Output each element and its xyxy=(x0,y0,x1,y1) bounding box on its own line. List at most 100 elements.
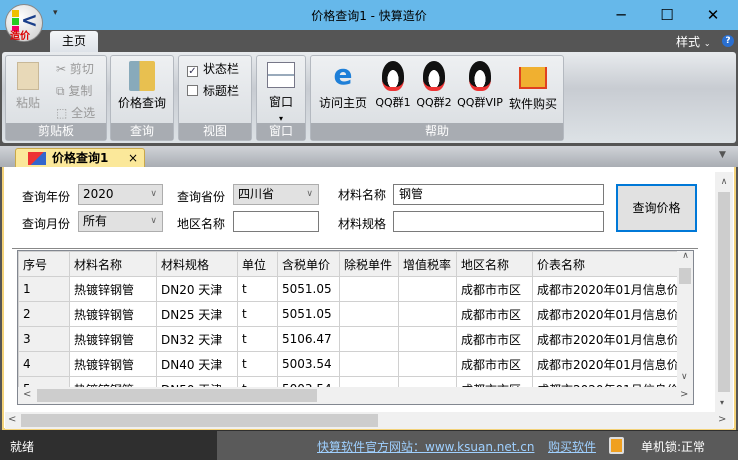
table-cell xyxy=(398,326,457,352)
help-icon[interactable]: ? xyxy=(722,35,734,47)
table-cell: DN40 天津 xyxy=(156,351,238,377)
column-header[interactable]: 含税单价 xyxy=(277,251,340,277)
column-header[interactable]: 地区名称 xyxy=(456,251,533,277)
qq-vip-button[interactable]: QQ群VIP xyxy=(456,61,504,110)
area-label: 地区名称 xyxy=(177,217,226,231)
table-cell xyxy=(339,276,399,302)
scroll-down-icon: ∨ xyxy=(681,372,688,382)
checkbox-icon xyxy=(187,85,198,96)
website-link[interactable]: 快算软件官方网站：www.ksuan.net.cn xyxy=(317,438,534,455)
ribbon-tab-bar xyxy=(0,30,738,52)
query-price-button[interactable]: 查询价格 xyxy=(616,184,697,232)
select-all-button[interactable]: ⬚ 全选 xyxy=(56,104,95,121)
lock-icon xyxy=(609,437,624,454)
table-row[interactable]: 4 热镀锌钢管 DN40 天津 t 5003.54 成都市市区 成都市2020年01月信息价… xyxy=(18,351,692,377)
group-help: e 访问主页 QQ群1 QQ群2 QQ群VIP 软件购买 帮助 xyxy=(310,55,564,141)
window-button[interactable]: 窗口 ▾ xyxy=(257,62,305,124)
qq-penguin-icon xyxy=(382,61,404,91)
table-cell: t xyxy=(237,326,278,352)
table-cell: 成都市2020年01月信息价表 xyxy=(532,326,692,352)
table-cell: 3 xyxy=(18,326,70,352)
qq-penguin-icon xyxy=(423,61,445,91)
statusbar-checkbox[interactable]: ✓ 状态栏 xyxy=(187,60,239,77)
tab-home[interactable]: 主页 xyxy=(50,31,98,53)
panel-vertical-scrollbar[interactable]: ∧ ▾ xyxy=(715,172,733,412)
column-header[interactable]: 序号 xyxy=(18,251,70,277)
material-label: 材料名称 xyxy=(338,188,387,202)
column-header[interactable]: 单位 xyxy=(237,251,278,277)
table-cell: 2 xyxy=(18,301,70,327)
table-cell: 5003.54 xyxy=(277,351,340,377)
qq-group1-button[interactable]: QQ群1 xyxy=(373,61,413,110)
book-search-icon xyxy=(129,61,155,91)
month-select[interactable]: 所有 ∨ xyxy=(78,211,163,232)
column-header[interactable]: 材料名称 xyxy=(69,251,157,277)
copy-button[interactable]: ⧉ 复制 xyxy=(56,82,92,99)
table-cell: t xyxy=(237,276,278,302)
minimize-button[interactable]: ─ xyxy=(606,4,636,26)
visit-homepage-button[interactable]: e 访问主页 xyxy=(313,61,373,111)
column-header[interactable]: 除税单件 xyxy=(339,251,399,277)
chevron-down-icon: ∨ xyxy=(150,216,157,226)
lock-status: 单机锁:正常 xyxy=(641,440,706,454)
cut-button[interactable]: ✂ 剪切 xyxy=(56,60,94,77)
material-input[interactable]: 钢管 xyxy=(393,184,604,205)
style-menu[interactable]: 样式 ⌄ xyxy=(676,33,711,50)
group-label: 窗口 xyxy=(257,123,305,140)
paste-button[interactable]: 粘贴 xyxy=(10,62,46,111)
group-view: ✓ 状态栏 标题栏 视图 xyxy=(178,55,252,141)
month-label: 查询月份 xyxy=(22,217,71,231)
titlebar-checkbox[interactable]: 标题栏 xyxy=(187,82,239,99)
results-table: 序号 材料名称 材料规格 单位 含税单价 除税单件 增值税率 地区名称 价表名称 1 热镀锌钢管 D… xyxy=(18,251,692,402)
buy-software-button[interactable]: 软件购买 xyxy=(505,61,561,112)
table-cell xyxy=(398,276,457,302)
table-cell: 成都市2020年01月信息价表 xyxy=(532,301,692,327)
grid-horizontal-scrollbar[interactable]: < > xyxy=(18,387,693,404)
table-row[interactable]: 1 热镀锌钢管 DN20 天津 t 5051.05 成都市市区 成都市2020年01月信息价… xyxy=(18,276,692,302)
group-label: 剪贴板 xyxy=(6,123,106,140)
buy-software-link[interactable]: 购买软件 xyxy=(548,438,596,455)
table-cell: t xyxy=(237,301,278,327)
close-tab-button[interactable]: × xyxy=(128,149,138,168)
table-cell: 成都市2020年01月信息价表 xyxy=(532,276,692,302)
table-cell xyxy=(339,301,399,327)
table-cell xyxy=(339,351,399,377)
scroll-up-icon: ∧ xyxy=(720,177,728,187)
group-label: 查询 xyxy=(111,123,173,140)
qq-group2-button[interactable]: QQ群2 xyxy=(414,61,454,110)
column-header[interactable]: 增值税率 xyxy=(398,251,457,277)
area-input[interactable] xyxy=(233,211,319,232)
chevron-down-icon: ∨ xyxy=(150,189,157,199)
scroll-left-icon: < xyxy=(23,389,32,400)
group-query: 价格查询 查询 xyxy=(110,55,174,141)
column-header[interactable]: 价表名称 xyxy=(532,251,692,277)
table-cell: DN20 天津 xyxy=(156,276,238,302)
table-cell: 热镀锌钢管 xyxy=(69,351,157,377)
tab-list-dropdown[interactable]: ▼ xyxy=(719,150,726,160)
scroll-thumb xyxy=(718,192,730,392)
table-cell: 成都市市区 xyxy=(456,276,533,302)
table-cell: 5051.05 xyxy=(277,301,340,327)
group-label: 视图 xyxy=(179,123,251,140)
doc-tab-price-query[interactable]: 价格查询1 × xyxy=(15,148,145,168)
app-logo[interactable]: < 造价 xyxy=(5,4,43,42)
scroll-thumb xyxy=(21,414,378,427)
maximize-button[interactable]: ☐ xyxy=(652,4,682,26)
shopping-cart-icon xyxy=(519,67,547,89)
table-cell: DN25 天津 xyxy=(156,301,238,327)
panel-horizontal-scrollbar[interactable]: < > xyxy=(5,412,733,429)
year-select[interactable]: 2020 ∨ xyxy=(78,184,163,205)
grid-vertical-scrollbar[interactable]: ∧ ∨ xyxy=(677,251,693,387)
table-row[interactable]: 2 热镀锌钢管 DN25 天津 t 5051.05 成都市市区 成都市2020年01月信息价… xyxy=(18,301,692,327)
column-header[interactable]: 材料规格 xyxy=(156,251,238,277)
province-select[interactable]: 四川省 ∨ xyxy=(233,184,319,205)
table-row[interactable]: 3 热镀锌钢管 DN32 天津 t 5106.47 成都市市区 成都市2020年01月信息价… xyxy=(18,326,692,352)
spec-input[interactable] xyxy=(393,211,604,232)
checkbox-checked-icon: ✓ xyxy=(187,66,198,77)
table-cell: 成都市2020年01月信息价表 xyxy=(532,351,692,377)
close-button[interactable]: ✕ xyxy=(698,4,728,26)
price-query-button[interactable]: 价格查询 xyxy=(111,61,173,111)
qq-penguin-icon xyxy=(469,61,491,91)
table-cell: t xyxy=(237,351,278,377)
chevron-down-icon: ∨ xyxy=(306,189,313,199)
